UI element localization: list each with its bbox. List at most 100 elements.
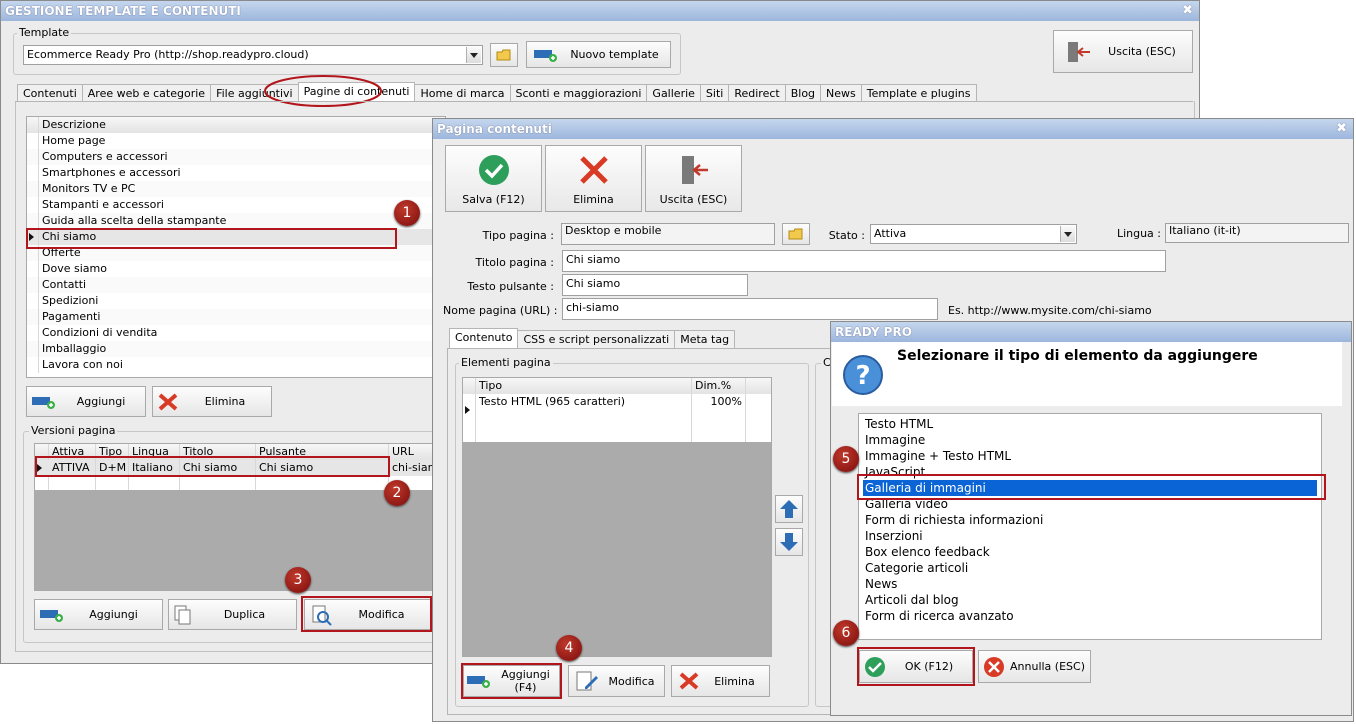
list-item[interactable]: Articoli dal blog: [863, 592, 1317, 608]
tab-blog[interactable]: Blog: [784, 84, 822, 102]
cell-descrizione: Home page: [42, 134, 106, 147]
chevron-down-icon[interactable]: [1060, 226, 1075, 242]
cell-tipo: D+M: [96, 460, 129, 476]
url-input[interactable]: chi-siamo: [562, 298, 938, 320]
list-item[interactable]: Immagine: [863, 432, 1317, 448]
versions-duplicate-button[interactable]: Duplica: [168, 599, 297, 630]
tab-contenuti[interactable]: Contenuti: [17, 84, 83, 102]
main-exit-button[interactable]: Uscita (ESC): [1053, 30, 1193, 73]
table-row[interactable]: Pagamenti: [27, 309, 445, 325]
table-row[interactable]: Chi siamo: [27, 229, 445, 245]
tab-template-plugins[interactable]: Template e plugins: [860, 84, 977, 102]
close-icon[interactable]: ✖: [1182, 1, 1193, 21]
move-down-button[interactable]: [775, 528, 803, 556]
column-header-pulsante[interactable]: Pulsante: [256, 444, 389, 460]
cell-descrizione: Imballaggio: [42, 342, 107, 355]
tab-redirect[interactable]: Redirect: [728, 84, 786, 102]
table-row[interactable]: Contatti: [27, 277, 445, 293]
state-select[interactable]: Attiva: [870, 224, 1077, 244]
elements-delete-button[interactable]: Elimina: [671, 665, 770, 697]
versions-edit-button[interactable]: Modifica: [304, 599, 431, 630]
column-header-attiva[interactable]: Attiva: [49, 444, 96, 460]
move-up-button[interactable]: [775, 495, 803, 523]
table-row[interactable]: Computers e accessori: [27, 149, 445, 165]
list-item[interactable]: News: [863, 576, 1317, 592]
elements-add-button[interactable]: Aggiungi (F4): [463, 665, 560, 697]
elements-edit-button[interactable]: Modifica: [568, 665, 665, 697]
table-row[interactable]: Guida alla scelta della stampante: [27, 213, 445, 229]
cancel-button[interactable]: Annulla (ESC): [978, 650, 1091, 683]
list-item[interactable]: Galleria video: [863, 496, 1317, 512]
page-title-input[interactable]: Chi siamo: [562, 250, 1166, 272]
column-header-titolo[interactable]: Titolo: [180, 444, 256, 460]
versions-add-button[interactable]: Aggiungi: [34, 599, 163, 630]
page-exit-button[interactable]: Uscita (ESC): [645, 145, 742, 212]
template-select[interactable]: Ecommerce Ready Pro (http://shop.readypr…: [23, 45, 483, 65]
list-item[interactable]: Box elenco feedback: [863, 544, 1317, 560]
pages-add-button[interactable]: Aggiungi: [26, 386, 146, 417]
column-header-lingua[interactable]: Lingua: [129, 444, 180, 460]
table-row[interactable]: Dove siamo: [27, 261, 445, 277]
table-row[interactable]: Lavora con noi: [27, 357, 445, 373]
tab-sconti[interactable]: Sconti e maggiorazioni: [509, 84, 648, 102]
new-template-button[interactable]: Nuovo template: [526, 41, 671, 68]
table-row[interactable]: Stampanti e accessori: [27, 197, 445, 213]
table-row[interactable]: Spedizioni: [27, 293, 445, 309]
table-row[interactable]: Imballaggio: [27, 341, 445, 357]
list-item[interactable]: Form di richiesta informazioni: [863, 512, 1317, 528]
pages-grid: Descrizione Home page Computers e accesso…: [26, 116, 446, 378]
list-item[interactable]: Form di ricerca avanzato: [863, 608, 1317, 624]
table-row[interactable]: Monitors TV e PC: [27, 181, 445, 197]
list-item[interactable]: Immagine + Testo HTML: [863, 448, 1317, 464]
chevron-down-icon[interactable]: [466, 47, 481, 63]
versions-edit-label: Modifica: [358, 608, 405, 621]
row-pointer-icon: [29, 233, 34, 241]
table-row[interactable]: ATTIVA D+M Italiano Chi siamo Chi siamo …: [35, 460, 448, 476]
tab-home-di-marca[interactable]: Home di marca: [414, 84, 511, 102]
edit-pencil-icon: [576, 671, 598, 691]
save-button[interactable]: Salva (F12): [445, 145, 542, 212]
tab-siti[interactable]: Siti: [699, 84, 730, 102]
template-select-value: Ecommerce Ready Pro (http://shop.readypr…: [27, 48, 309, 61]
template-folder-button[interactable]: [490, 43, 518, 67]
table-row[interactable]: Testo HTML (965 caratteri) 100%: [463, 394, 771, 426]
url-label: Nome pagina (URL) :: [443, 304, 558, 317]
page-type-folder-button[interactable]: [782, 223, 810, 245]
versions-add-label: Aggiungi: [89, 608, 138, 621]
tab-css-script[interactable]: CSS e script personalizzati: [517, 330, 676, 348]
ok-button[interactable]: OK (F12): [859, 650, 973, 683]
pages-add-label: Aggiungi: [76, 395, 126, 408]
language-field: Italiano (it-it): [1165, 223, 1349, 243]
button-text-input[interactable]: Chi siamo: [562, 274, 748, 296]
step-badge-3: 3: [285, 567, 311, 593]
tab-meta-tag[interactable]: Meta tag: [674, 330, 736, 348]
list-item[interactable]: Categorie articoli: [863, 560, 1317, 576]
tab-gallerie[interactable]: Gallerie: [646, 84, 701, 102]
list-item[interactable]: Inserzioni: [863, 528, 1317, 544]
cell-descrizione: Pagamenti: [42, 310, 101, 323]
table-row[interactable]: Home page: [27, 133, 445, 149]
main-tabs: Contenuti Aree web e categorie File aggi…: [17, 82, 977, 102]
close-icon[interactable]: ✖: [1336, 119, 1347, 139]
cell-descrizione: Spedizioni: [42, 294, 99, 307]
element-type-list[interactable]: Testo HTML Immagine Immagine + Testo HTML J…: [858, 413, 1322, 640]
tab-aree-web[interactable]: Aree web e categorie: [81, 84, 212, 102]
column-header-tipo[interactable]: Tipo: [96, 444, 129, 460]
column-header-tipo[interactable]: Tipo: [476, 378, 692, 394]
list-item[interactable]: Galleria di immagini: [863, 480, 1317, 496]
list-item[interactable]: Testo HTML: [863, 416, 1317, 432]
add-icon: [467, 676, 490, 688]
column-header-dim[interactable]: Dim.%: [692, 378, 746, 394]
folder-icon: [788, 228, 803, 240]
tab-news[interactable]: News: [820, 84, 862, 102]
tab-contenuto[interactable]: Contenuto: [449, 328, 519, 348]
table-row[interactable]: Offerte: [27, 245, 445, 261]
table-row[interactable]: Condizioni di vendita: [27, 325, 445, 341]
pages-delete-button[interactable]: Elimina: [152, 386, 272, 417]
list-item[interactable]: JavaScript: [863, 464, 1317, 480]
column-header-descrizione[interactable]: Descrizione: [39, 117, 445, 133]
versions-grid-header: Attiva Tipo Lingua Titolo Pulsante URL: [35, 444, 448, 461]
cell-descrizione: Condizioni di vendita: [42, 326, 158, 339]
table-row[interactable]: Smartphones e accessori: [27, 165, 445, 181]
page-delete-button[interactable]: Elimina: [545, 145, 642, 212]
